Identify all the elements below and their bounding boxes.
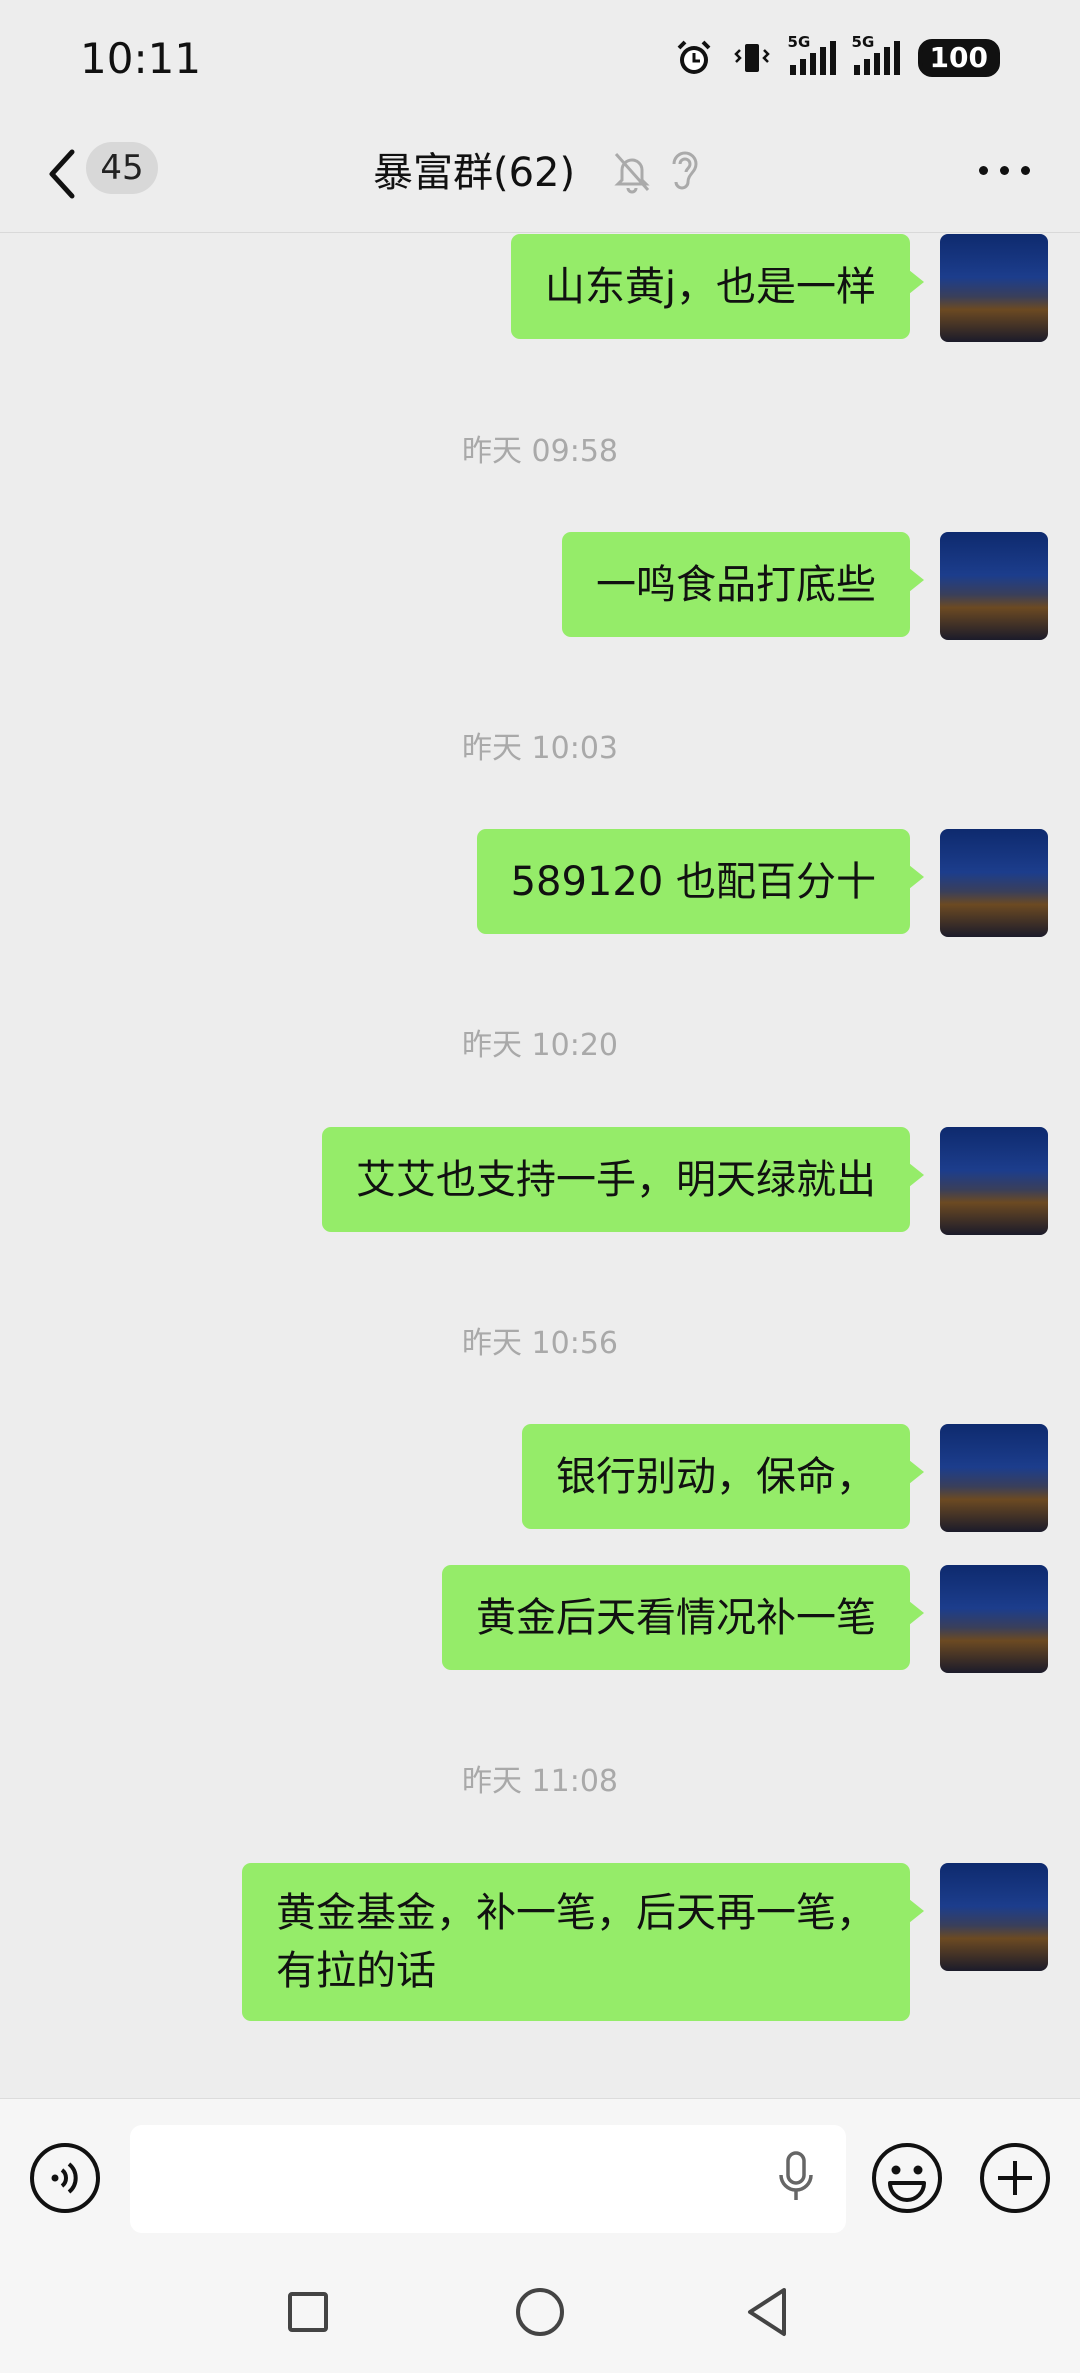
message-text-line: 有拉的话 xyxy=(276,1948,436,1994)
vibrate-icon xyxy=(733,44,770,72)
message-text-line: 黄金基金，补一笔，后天再一笔， xyxy=(276,1890,876,1936)
voice-icon[interactable] xyxy=(28,2141,102,2215)
message-bubble[interactable]: 山东黄j，也是一样 xyxy=(510,234,925,339)
signal-icon: 5G xyxy=(852,33,900,75)
plus-icon[interactable] xyxy=(978,2141,1052,2215)
alarm-icon xyxy=(677,40,710,74)
avatar[interactable] xyxy=(940,532,1048,640)
status-bar: 10:11 5G 5G 100 xyxy=(0,0,1080,120)
avatar[interactable] xyxy=(940,1424,1048,1532)
message-bubble[interactable]: 一鸣食品打底些 xyxy=(562,532,924,637)
avatar[interactable] xyxy=(940,1565,1048,1673)
ear-icon xyxy=(672,151,698,190)
avatar[interactable] xyxy=(940,234,1048,342)
home-icon[interactable] xyxy=(516,2288,564,2336)
emoji-icon[interactable] xyxy=(870,2141,944,2215)
recents-icon[interactable] xyxy=(288,2292,328,2332)
avatar[interactable] xyxy=(940,1863,1048,1971)
message-timestamp: 昨天 10:56 xyxy=(462,1326,618,1361)
message-bubble[interactable]: 黄金后天看情况补一笔 xyxy=(442,1565,924,1670)
back-chevron-icon[interactable] xyxy=(44,144,90,204)
signal-icon: 5G xyxy=(788,33,836,75)
message-list[interactable]: 山东黄j，也是一样 昨天 09:58 一鸣食品打底些 昨天 10:03 5891… xyxy=(0,233,1080,2098)
battery-icon: 100 xyxy=(917,39,1000,77)
chat-header: 45 暴富群(62) xyxy=(0,120,1080,233)
message-bubble[interactable]: 黄金基金，补一笔，后天再一笔， 有拉的话 xyxy=(242,1863,924,2021)
avatar[interactable] xyxy=(940,829,1048,937)
message-bubble[interactable]: 589120 也配百分十 xyxy=(476,829,925,934)
message-timestamp: 昨天 10:03 xyxy=(462,731,618,766)
message-bubble[interactable]: 艾艾也支持一手，明天绿就出 xyxy=(322,1127,924,1232)
mic-icon[interactable] xyxy=(776,2149,816,2205)
more-icon[interactable] xyxy=(979,166,1030,175)
message-timestamp: 昨天 09:58 xyxy=(462,434,618,469)
unread-count-badge[interactable]: 45 xyxy=(86,142,158,194)
input-bar xyxy=(0,2098,1080,2269)
avatar[interactable] xyxy=(940,1127,1048,1235)
status-time: 10:11 xyxy=(80,34,202,83)
message-timestamp: 昨天 11:08 xyxy=(462,1764,618,1799)
back-icon[interactable] xyxy=(744,2286,792,2338)
message-input[interactable] xyxy=(130,2125,846,2233)
message-timestamp: 昨天 10:20 xyxy=(462,1028,618,1063)
mute-icon xyxy=(614,153,650,194)
system-navigation-bar xyxy=(0,2268,1080,2373)
chat-title: 暴富群(62) xyxy=(373,150,576,196)
message-bubble[interactable]: 银行别动，保命， xyxy=(522,1424,924,1529)
status-icons: 5G 5G 100 xyxy=(674,33,1000,78)
